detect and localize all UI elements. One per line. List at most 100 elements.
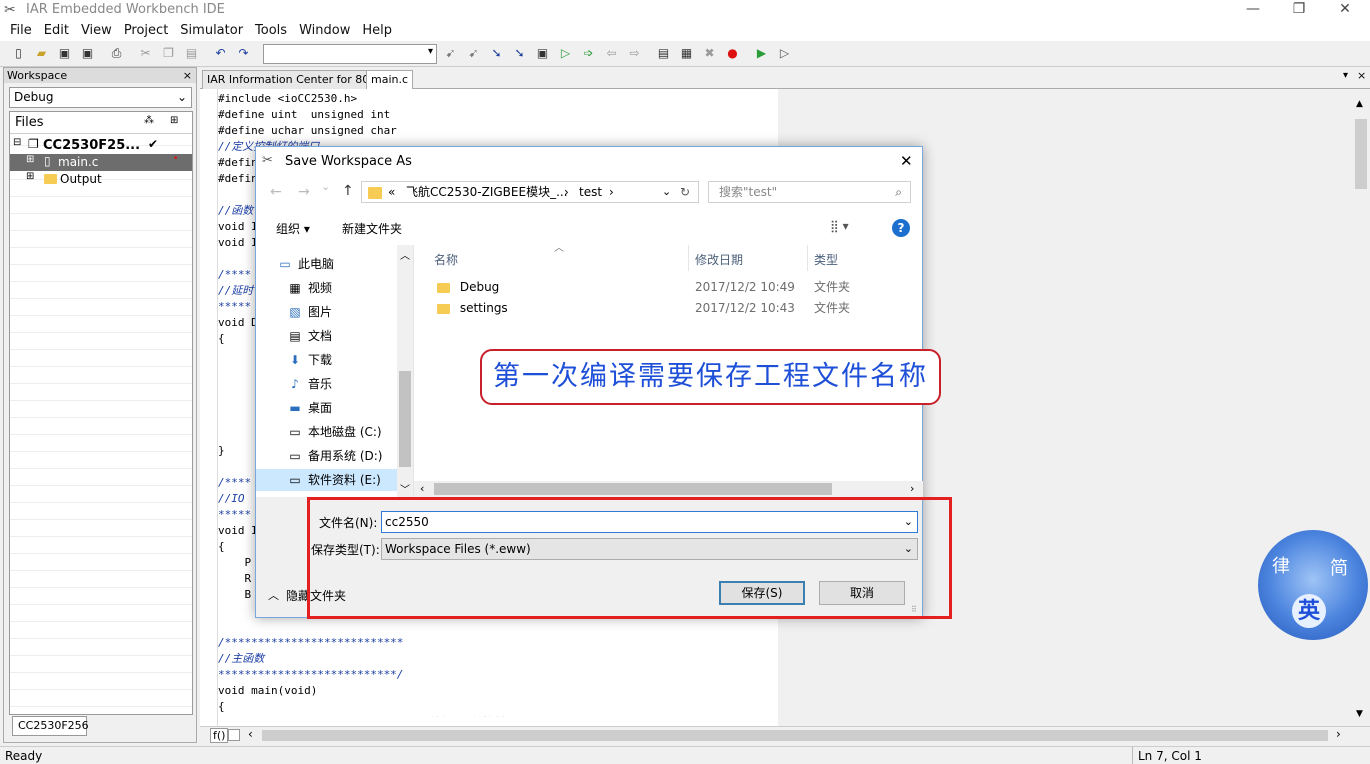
hscroll-thumb[interactable] [262,730,1328,741]
scroll-up-icon[interactable]: ︿ [400,247,410,262]
sort-icon[interactable]: ⁂ [144,115,154,126]
workspace-close-icon[interactable]: × [183,68,192,83]
nav-item[interactable]: ▤ 文档 [288,325,332,347]
file-list-hscroll[interactable]: ‹ › [414,481,923,497]
forward-icon[interactable]: → [298,184,310,200]
expand-icon[interactable]: ⊞ [26,154,34,165]
recent-locations-icon[interactable]: ⌄ [321,180,330,193]
function-list-button[interactable]: f() [210,728,229,743]
menu-window[interactable]: Window [293,20,356,41]
new-file-icon[interactable]: ▯ [10,45,27,62]
bookmark-icon[interactable]: ➘ [511,45,528,62]
back-icon[interactable]: ← [270,184,282,200]
breadcrumb-item[interactable]: test [579,182,602,202]
collapse-icon[interactable]: ⊟ [13,137,21,148]
nav-item[interactable]: ▦ 视频 [288,277,332,299]
vertical-scrollbar[interactable]: ▲ ▼ [1352,89,1370,729]
file-row[interactable]: Debug 2017/12/2 10:49 文件夹 [414,277,923,298]
menu-edit[interactable]: Edit [38,20,75,41]
new-folder-button[interactable]: 新建文件夹 [342,220,402,237]
tree-item[interactable]: ⊞ ▯ main.c • [10,154,192,171]
tab-close-icon[interactable]: × [1357,69,1366,82]
nav-item-selected[interactable]: ▭ 软件资料 (E:) [256,469,397,491]
redo-icon[interactable]: ↷ [235,45,252,62]
debug-icon[interactable]: ▶ [753,45,770,62]
menu-help[interactable]: Help [356,20,398,41]
tab-info-center[interactable]: IAR Information Center for 8051 [202,70,389,89]
column-divider[interactable] [807,245,808,271]
scroll-left-icon[interactable]: ‹ [420,482,424,495]
search-input[interactable]: 搜索"test" ⌕ [708,181,911,203]
scroll-left-icon[interactable]: ‹ [248,727,253,741]
dialog-close-icon[interactable]: ✕ [900,152,913,170]
paste-icon[interactable]: ▤ [183,45,200,62]
nav-item[interactable]: ▭ 本地磁盘 (C:) [288,421,381,443]
nav-item[interactable]: ▭ 备用系统 (D:) [288,445,382,467]
nav-scrollbar[interactable]: ︿ ﹀ [397,245,413,497]
options-icon[interactable]: ⊞ [170,115,178,126]
nav-item[interactable]: ♪ 音乐 [288,373,332,395]
undo-icon[interactable]: ↶ [212,45,229,62]
scroll-down-icon[interactable]: ▼ [1356,709,1363,719]
nav-item[interactable]: ⬇ 下载 [288,349,332,371]
navigate-icon[interactable]: ▣ [534,45,551,62]
help-icon[interactable]: ? [892,219,910,237]
file-row[interactable]: settings 2017/12/2 10:43 文件夹 [414,298,923,319]
nav-item[interactable]: ▭ 此电脑 [278,253,334,275]
close-button[interactable]: ✕ [1322,0,1368,20]
find-next-icon[interactable]: ➹ [465,45,482,62]
nav-item[interactable]: ▬ 桌面 [288,397,332,419]
expand-icon[interactable]: ⊞ [26,171,34,182]
find-combo[interactable]: ▾ [263,44,437,64]
menu-file[interactable]: File [4,20,38,41]
nav-back-icon[interactable]: ⇦ [603,45,620,62]
debug-no-download-icon[interactable]: ▷ [776,45,793,62]
make-icon[interactable]: ▦ [678,45,695,62]
column-name[interactable]: 名称 [434,251,458,268]
menu-project[interactable]: Project [118,20,174,41]
stop-build-icon[interactable]: ✖ [701,45,718,62]
menu-view[interactable]: View [75,20,118,41]
minimize-button[interactable]: — [1230,0,1276,20]
chevron-down-icon[interactable]: ⌄ [662,182,671,202]
print-icon[interactable]: ⎙ [108,45,125,62]
goto-icon[interactable]: ➘ [488,45,505,62]
copy-icon[interactable]: ❐ [160,45,177,62]
breakpoint-icon[interactable]: ● [724,45,741,62]
scroll-thumb[interactable] [1355,119,1367,189]
nav-item[interactable]: ▧ 图片 [288,301,332,323]
collapse-up-icon[interactable]: ︿ [268,587,279,603]
breadcrumb-item[interactable]: 飞航CC2530-ZIGBEE模块_... [406,182,568,202]
configuration-select[interactable]: Debug ⌄ [9,87,192,108]
view-options-icon[interactable]: ⣿ ▾ [830,219,849,233]
cut-icon[interactable]: ✂ [137,45,154,62]
menu-simulator[interactable]: Simulator [174,20,249,41]
breadcrumb-overflow[interactable]: « [388,182,395,202]
compile-icon[interactable]: ▤ [655,45,672,62]
organize-button[interactable]: 组织 ▾ [276,220,310,237]
nav-forward-icon[interactable]: ➩ [580,45,597,62]
restore-button[interactable]: ❐ [1276,0,1322,20]
tab-menu-icon[interactable]: ▾ [1343,70,1348,81]
scroll-right-icon[interactable]: › [1336,727,1341,741]
bookmark-next-icon[interactable]: ▷ [557,45,574,62]
tree-project-row[interactable]: ⊟ ❐ CC2530F25... ✔ [10,137,192,154]
scroll-thumb[interactable] [399,371,411,467]
tab-main-c[interactable]: main.c [366,70,414,89]
scroll-up-icon[interactable]: ▲ [1356,99,1363,109]
column-divider[interactable] [688,245,689,271]
scroll-down-icon[interactable]: ﹀ [400,481,410,496]
column-type[interactable]: 类型 [814,251,838,268]
save-icon[interactable]: ▣ [56,45,73,62]
nav-forward2-icon[interactable]: ⇨ [626,45,643,62]
save-all-icon[interactable]: ▣ [79,45,96,62]
tree-item[interactable]: ⊞ Output [10,171,192,188]
open-folder-icon[interactable]: ▰ [33,45,50,62]
up-folder-icon[interactable]: ↑ [342,183,354,199]
hscroll-thumb[interactable] [434,483,832,495]
workspace-tab[interactable]: CC2530F256 [12,716,89,736]
column-date[interactable]: 修改日期 [695,251,743,268]
address-bar[interactable]: « 飞航CC2530-ZIGBEE模块_... › test › ⌄ ↻ [361,181,699,203]
scroll-right-icon[interactable]: › [910,482,914,495]
menu-tools[interactable]: Tools [249,20,293,41]
